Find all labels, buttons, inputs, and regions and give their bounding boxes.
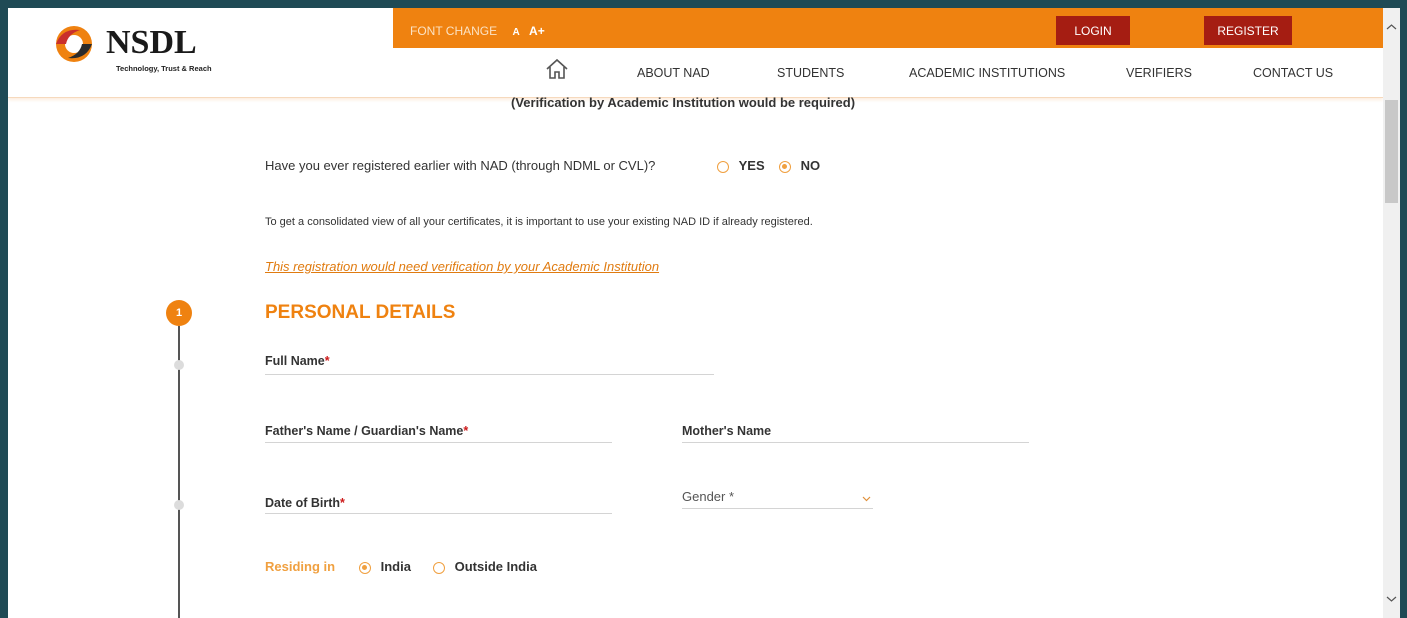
registered-question: Have you ever registered earlier with NA… <box>265 158 656 173</box>
nav-contact-us[interactable]: CONTACT US <box>1253 66 1333 80</box>
nav-about-nad[interactable]: ABOUT NAD <box>637 66 710 80</box>
dob-label: Date of Birth* <box>265 496 345 510</box>
nsdl-logo-icon <box>56 26 92 62</box>
font-small-button[interactable]: A <box>512 27 519 38</box>
step-number-badge: 1 <box>166 300 192 326</box>
full-name-input[interactable] <box>265 374 714 375</box>
logo-tagline: Technology, Trust & Reach <box>116 64 212 73</box>
gender-label: Gender * <box>682 489 735 504</box>
nsdl-logo[interactable]: NSDL Technology, Trust & Reach <box>46 22 216 73</box>
mother-name-label: Mother's Name <box>682 424 772 438</box>
india-label: India <box>380 559 411 574</box>
consolidated-note: To get a consolidated view of all your c… <box>265 216 813 228</box>
step-dot <box>174 500 184 510</box>
section-title: PERSONAL DETAILS <box>265 302 456 323</box>
verification-note: (Verification by Academic Institution wo… <box>511 95 856 110</box>
dob-text: Date of Birth <box>265 496 340 510</box>
chevron-down-icon <box>862 496 871 502</box>
font-change-label: FONT CHANGE <box>410 24 498 38</box>
father-name-input[interactable] <box>265 442 612 443</box>
top-bar: FONT CHANGE A A+ LOGIN REGISTER <box>393 8 1383 48</box>
nav-students[interactable]: STUDENTS <box>777 66 844 80</box>
verification-link[interactable]: This registration would need verificatio… <box>265 259 659 274</box>
login-button[interactable]: LOGIN <box>1056 16 1130 45</box>
yes-label: YES <box>738 158 765 173</box>
required-mark: * <box>340 496 345 510</box>
gender-select[interactable]: Gender * <box>682 489 873 509</box>
vertical-scrollbar[interactable] <box>1383 8 1400 618</box>
gender-underline <box>682 508 873 509</box>
site-header: NSDL Technology, Trust & Reach FONT CHAN… <box>8 8 1383 98</box>
outside-radio[interactable] <box>433 561 445 574</box>
no-radio[interactable] <box>779 160 791 173</box>
register-button[interactable]: REGISTER <box>1204 16 1292 45</box>
father-name-label: Father's Name / Guardian's Name* <box>265 424 468 438</box>
browser-page: NSDL Technology, Trust & Reach FONT CHAN… <box>8 8 1400 618</box>
no-label: NO <box>800 158 821 173</box>
registered-yes-option[interactable]: YES <box>717 158 765 173</box>
scroll-down-icon[interactable] <box>1386 593 1397 604</box>
registered-no-option[interactable]: NO <box>779 158 820 173</box>
nav-verifiers[interactable]: VERIFIERS <box>1126 66 1192 80</box>
mother-name-input[interactable] <box>682 442 1029 443</box>
font-large-button[interactable]: A+ <box>529 24 545 38</box>
residing-outside-option[interactable]: Outside India <box>433 559 537 574</box>
scroll-up-icon[interactable] <box>1386 22 1397 33</box>
step-dot <box>174 360 184 370</box>
logo-text: NSDL <box>106 24 197 61</box>
required-mark: * <box>463 424 469 438</box>
required-mark: * <box>324 354 330 368</box>
home-icon[interactable] <box>544 58 570 80</box>
residing-india-option[interactable]: India <box>359 559 411 574</box>
father-name-text: Father's Name / Guardian's Name <box>265 424 464 438</box>
outside-label: Outside India <box>454 559 537 574</box>
nav-academic-institutions[interactable]: ACADEMIC INSTITUTIONS <box>909 66 1065 80</box>
dob-input[interactable] <box>265 513 612 514</box>
full-name-label: Full Name* <box>265 354 330 368</box>
full-name-text: Full Name <box>265 354 325 368</box>
yes-radio[interactable] <box>717 160 729 173</box>
font-change: FONT CHANGE A A+ <box>410 24 545 38</box>
india-radio[interactable] <box>359 561 371 574</box>
scrollbar-thumb[interactable] <box>1385 100 1398 203</box>
residing-label: Residing in <box>265 559 336 574</box>
